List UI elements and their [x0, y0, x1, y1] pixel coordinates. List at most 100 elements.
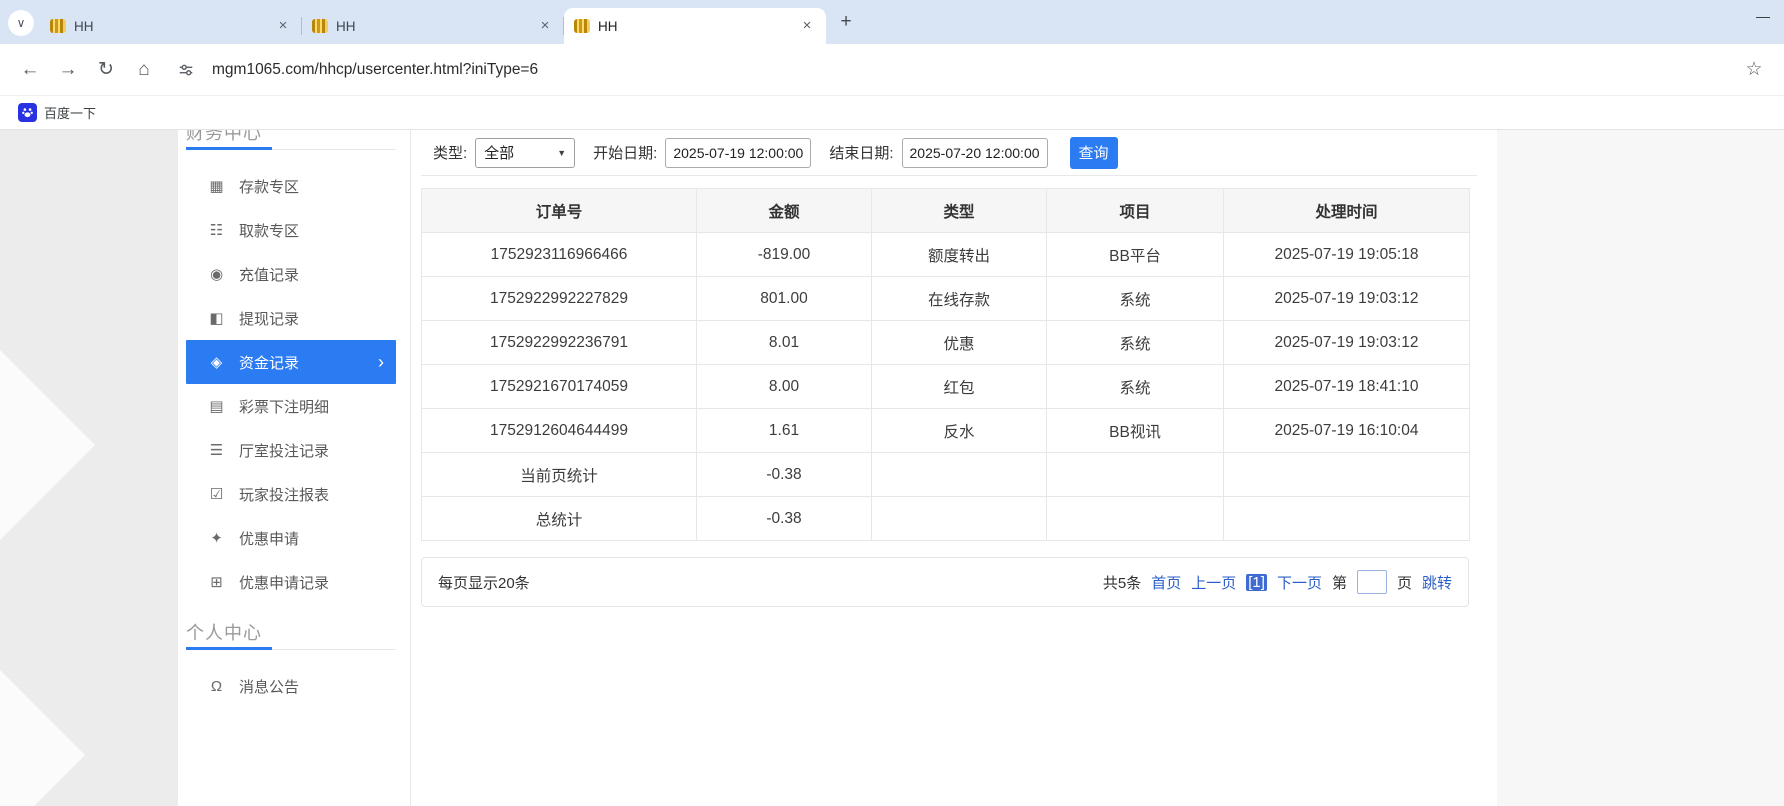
jump-label-post: 页 [1397, 572, 1412, 593]
bookmark-baidu[interactable]: 百度一下 [12, 100, 102, 125]
sidebar-section-heading: 个人中心 [186, 620, 396, 650]
column-header: 项目 [1047, 189, 1224, 233]
table-row: 17529229922367918.01优惠系统2025-07-19 19:03… [422, 321, 1470, 365]
column-header: 类型 [872, 189, 1047, 233]
sidebar-item-hall-bets[interactable]: ☰厅室投注记录 [186, 428, 396, 472]
filter-bar: 类型: 全部 ▼ 开始日期: 结束日期: 查询 [421, 130, 1477, 176]
back-button[interactable]: ← [14, 54, 46, 86]
report-icon: ☑ [208, 485, 225, 503]
sidebar-item-promo-records[interactable]: ⊞优惠申请记录 [186, 560, 396, 604]
table-header-row: 订单号金额类型项目处理时间 [422, 189, 1470, 233]
page-background-right [1497, 130, 1784, 806]
tab-close-icon[interactable]: × [798, 17, 816, 35]
records-icon: ⊞ [208, 573, 225, 591]
sidebar-item-player-report[interactable]: ☑玩家投注报表 [186, 472, 396, 516]
table-cell: 系统 [1047, 277, 1224, 321]
table-cell: 反水 [872, 409, 1047, 453]
table-cell: 2025-07-19 19:03:12 [1224, 321, 1470, 365]
forward-button[interactable]: → [52, 54, 84, 86]
records-table: 订单号金额类型项目处理时间 1752923116966466-819.00额度转… [421, 188, 1470, 541]
column-header: 订单号 [422, 189, 697, 233]
decorative-triangle [0, 635, 85, 806]
url-address[interactable]: mgm1065.com/hhcp/usercenter.html?iniType… [212, 61, 538, 79]
sidebar-item-fund-records[interactable]: ◈资金记录› [186, 340, 396, 384]
sidebar-item-withdraw-zone[interactable]: ☷取款专区 [186, 208, 396, 252]
current-page-indicator: [1] [1246, 574, 1267, 591]
sidebar-item-lottery-bets[interactable]: ▤彩票下注明细 [186, 384, 396, 428]
table-cell: -0.38 [697, 453, 872, 497]
jump-button[interactable]: 跳转 [1422, 572, 1452, 593]
section-underline [186, 647, 272, 650]
table-row: 1752923116966466-819.00额度转出BB平台2025-07-1… [422, 233, 1470, 277]
new-tab-button[interactable]: + [832, 8, 860, 36]
bookmark-star-icon[interactable]: ☆ [1738, 54, 1770, 86]
table-body: 1752923116966466-819.00额度转出BB平台2025-07-1… [422, 233, 1470, 541]
sidebar-item-recharge-records[interactable]: ◉充值记录 [186, 252, 396, 296]
table-row: 总统计-0.38 [422, 497, 1470, 541]
tab-3-active[interactable]: HH × [564, 8, 826, 44]
baidu-favicon [18, 103, 37, 122]
table-cell: 1.61 [697, 409, 872, 453]
per-page-label: 每页显示20条 [438, 572, 530, 593]
table-cell: 8.01 [697, 321, 872, 365]
home-button[interactable]: ⌂ [128, 54, 160, 86]
sidebar-item-promo-apply[interactable]: ✦优惠申请 [186, 516, 396, 560]
table-cell: 总统计 [422, 497, 697, 541]
table-cell: 2025-07-19 16:10:04 [1224, 409, 1470, 453]
column-header: 金额 [697, 189, 872, 233]
table-cell: BB视讯 [1047, 409, 1224, 453]
reload-button[interactable]: ↻ [90, 54, 122, 86]
browser-window: ∨ HH × HH × HH × + — ← → ↻ ⌂ mgm1 [0, 0, 1784, 806]
sidebar-item-deposit-zone[interactable]: ▦存款专区 [186, 164, 396, 208]
content-wrapper: 财务中心 ▦存款专区☷取款专区◉充值记录◧提现记录◈资金记录›▤彩票下注明细☰厅室… [178, 130, 1497, 806]
site-info-icon[interactable] [172, 56, 200, 84]
table-cell: 2025-07-19 19:05:18 [1224, 233, 1470, 277]
sidebar-item-withdraw-records[interactable]: ◧提现记录 [186, 296, 396, 340]
table-cell: 系统 [1047, 321, 1224, 365]
list-icon: ☰ [208, 441, 225, 459]
funds-icon: ◈ [208, 353, 225, 371]
tab-close-icon[interactable]: × [536, 17, 554, 35]
query-button[interactable]: 查询 [1070, 137, 1118, 169]
first-page-link[interactable]: 首页 [1151, 572, 1181, 593]
table-cell: 当前页统计 [422, 453, 697, 497]
table-cell [1224, 453, 1470, 497]
table-cell [872, 497, 1047, 541]
document-icon: ▤ [208, 397, 225, 415]
page-jump-input[interactable] [1357, 570, 1387, 594]
table-cell: 额度转出 [872, 233, 1047, 277]
navigation-bar: ← → ↻ ⌂ mgm1065.com/hhcp/usercenter.html… [0, 44, 1784, 96]
site-favicon [574, 19, 590, 33]
table-row: 17529126046444991.61反水BB视讯2025-07-19 16:… [422, 409, 1470, 453]
wallet-icon: ◧ [208, 309, 225, 327]
start-date-input[interactable] [665, 138, 811, 168]
tab-search-button[interactable]: ∨ [8, 10, 34, 36]
tab-title: HH [598, 19, 790, 34]
table-cell: 系统 [1047, 365, 1224, 409]
sidebar-section-heading: 财务中心 [186, 130, 396, 150]
table-row: 当前页统计-0.38 [422, 453, 1470, 497]
start-date-label: 开始日期: [593, 142, 657, 163]
tab-close-icon[interactable]: × [274, 17, 292, 35]
bookmarks-bar: 百度一下 [0, 96, 1784, 130]
table-cell: 2025-07-19 18:41:10 [1224, 365, 1470, 409]
minimize-button[interactable]: — [1748, 8, 1778, 24]
end-date-input[interactable] [902, 138, 1048, 168]
table-cell: 8.00 [697, 365, 872, 409]
tab-2[interactable]: HH × [302, 8, 564, 44]
table-cell: BB平台 [1047, 233, 1224, 277]
table-cell: 1752912604644499 [422, 409, 697, 453]
prev-page-link[interactable]: 上一页 [1191, 572, 1236, 593]
pagination-bar: 每页显示20条 共5条 首页 上一页 [1] 下一页 第 页 跳转 [421, 557, 1469, 607]
table-cell: 1752923116966466 [422, 233, 697, 277]
tab-title: HH [336, 19, 528, 34]
next-page-link[interactable]: 下一页 [1277, 572, 1322, 593]
tab-1[interactable]: HH × [40, 8, 302, 44]
table-cell: -819.00 [697, 233, 872, 277]
tab-title: HH [74, 19, 266, 34]
banknotes-icon: ☷ [208, 221, 225, 239]
type-select[interactable]: 全部 ▼ [475, 138, 575, 168]
section-underline [186, 147, 272, 150]
sidebar-item-messages[interactable]: Ω消息公告 [186, 664, 396, 708]
table-cell: 在线存款 [872, 277, 1047, 321]
